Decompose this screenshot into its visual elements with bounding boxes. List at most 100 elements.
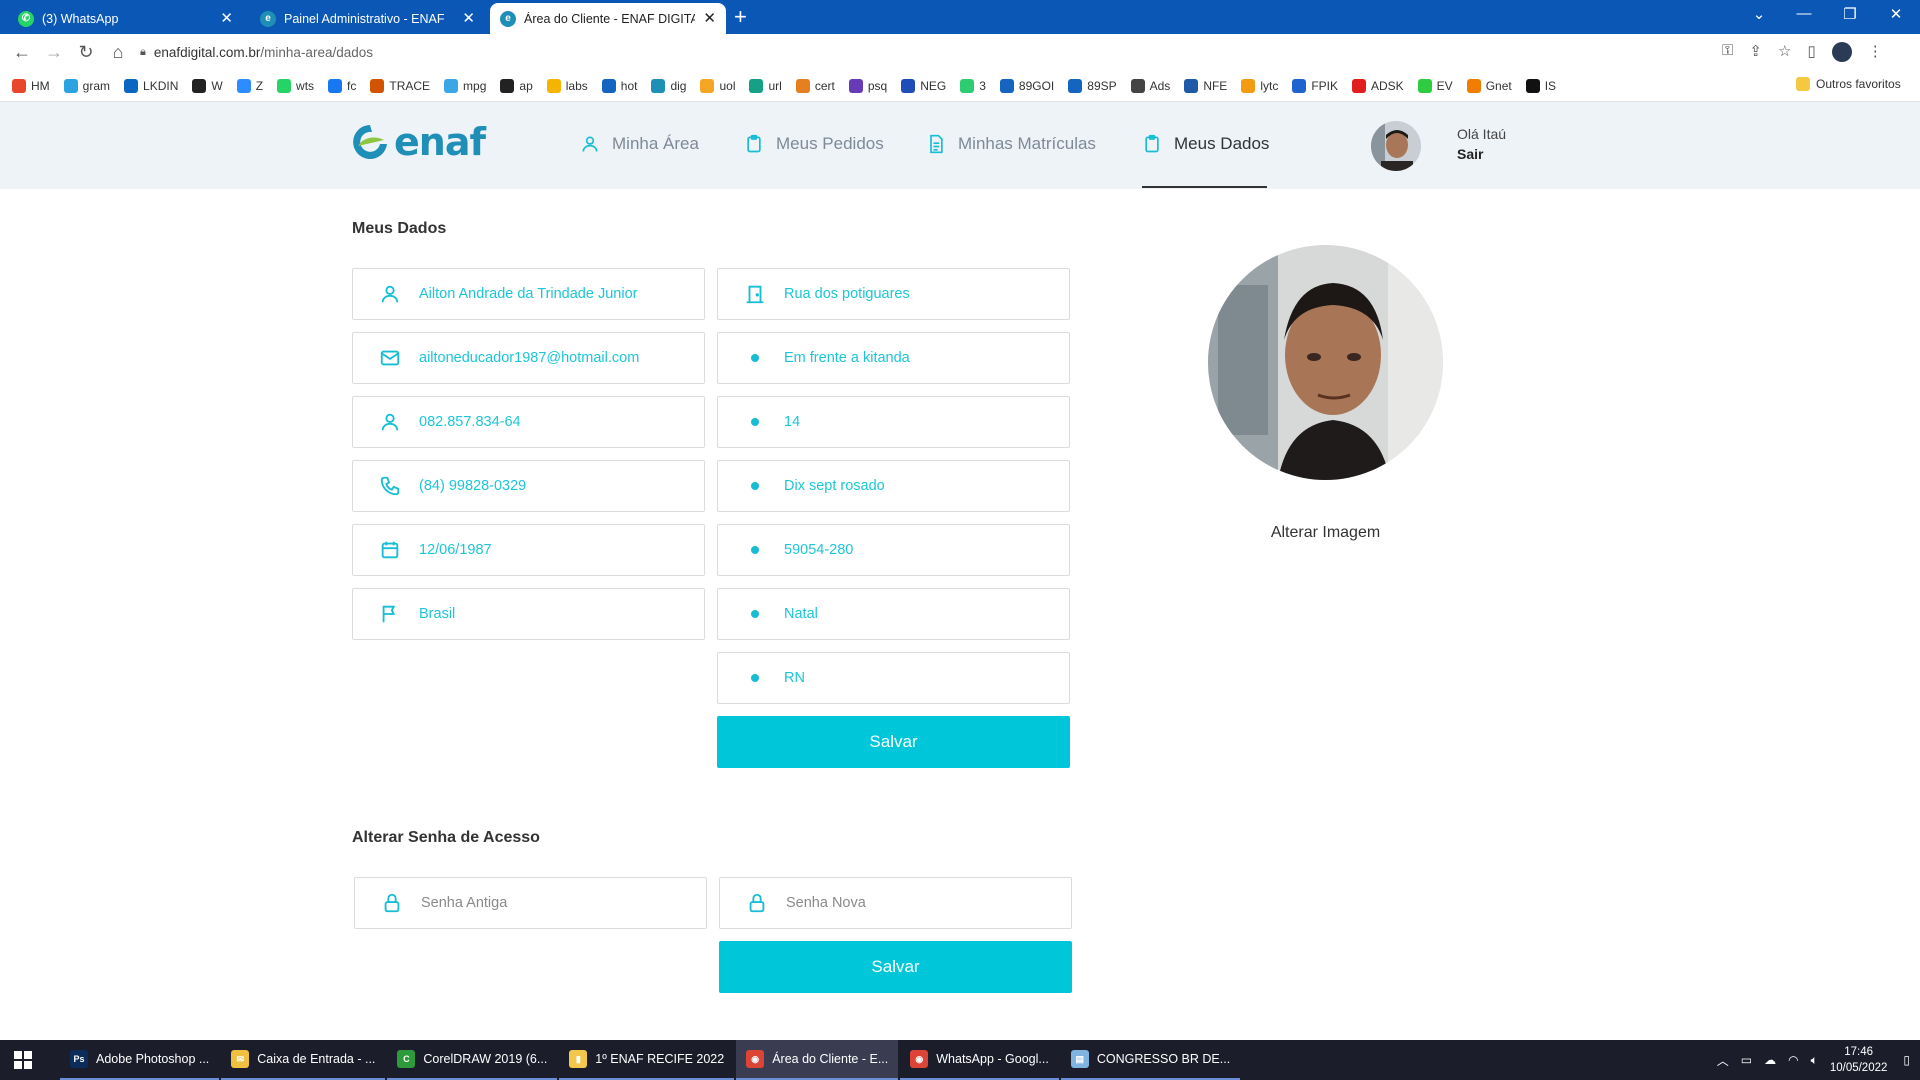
change-image-link[interactable]: Alterar Imagem <box>1208 524 1443 542</box>
nav-minha-area[interactable]: Minha Área <box>580 134 699 154</box>
bookmark-item[interactable]: fc <box>328 78 356 93</box>
bookmark-item[interactable]: ap <box>500 78 533 93</box>
bookmark-item[interactable]: url <box>749 78 782 93</box>
bookmark-item[interactable]: 89SP <box>1068 78 1117 93</box>
complement-field[interactable]: Em frente a kitanda <box>717 332 1070 384</box>
bookmark-item[interactable]: EV <box>1417 78 1453 93</box>
bookmark-item[interactable]: LKDIN <box>124 78 178 93</box>
bookmark-label: HM <box>31 78 50 93</box>
bookmark-item[interactable]: uol <box>700 78 735 93</box>
state-field[interactable]: RN <box>717 652 1070 704</box>
bookmark-item[interactable]: mpg <box>444 78 486 93</box>
bookmark-item[interactable]: 3 <box>960 78 986 93</box>
close-tab-icon[interactable]: ✕ <box>462 11 475 26</box>
taskbar-item[interactable]: ◉ WhatsApp - Googl... <box>900 1040 1059 1080</box>
taskbar-item[interactable]: ✉ Caixa de Entrada - ... <box>221 1040 386 1080</box>
avatar[interactable] <box>1371 121 1421 171</box>
reload-icon[interactable]: ↻ <box>70 42 102 63</box>
bookmark-item[interactable]: lytc <box>1241 78 1278 93</box>
bookmark-item[interactable]: ADSK <box>1351 78 1404 93</box>
browser-tab-whatsapp[interactable]: ✆ (3) WhatsApp ✕ <box>8 3 243 34</box>
bookmark-item[interactable]: Gnet <box>1466 78 1512 93</box>
key-icon[interactable]: ⚿ <box>1722 42 1733 62</box>
forward-icon[interactable]: → <box>38 42 70 63</box>
bookmark-item[interactable]: TRACE <box>370 78 430 93</box>
address-bar[interactable]: 🔒︎ enafdigital.com.br/minha-area/dados <box>140 40 1700 64</box>
bookmark-item[interactable]: IS <box>1525 78 1556 93</box>
number-field[interactable]: 14 <box>717 396 1070 448</box>
save-profile-button[interactable]: Salvar <box>717 716 1070 768</box>
wifi-icon[interactable]: ◠ <box>1788 1053 1798 1067</box>
bookmark-item[interactable]: labs <box>546 78 588 93</box>
bookmark-item[interactable]: Ads <box>1130 78 1170 93</box>
nav-meus-pedidos[interactable]: Meus Pedidos <box>744 134 884 154</box>
cloud-icon[interactable]: ☁ <box>1764 1053 1776 1067</box>
bookmark-item[interactable]: FPIK <box>1292 78 1338 93</box>
email-field[interactable]: ailtoneducador1987@hotmail.com <box>352 332 705 384</box>
dot-icon <box>744 667 766 689</box>
bookmark-item[interactable]: dig <box>651 78 686 93</box>
taskbar-item[interactable]: C CorelDRAW 2019 (6... <box>387 1040 558 1080</box>
bookmark-icon <box>1241 78 1256 93</box>
birthdate-field[interactable]: 12/06/1987 <box>352 524 705 576</box>
menu-icon[interactable]: ⋮ <box>1868 42 1883 62</box>
bookmark-item[interactable]: NFE <box>1184 78 1227 93</box>
bookmark-item[interactable]: cert <box>795 78 835 93</box>
name-field[interactable]: Ailton Andrade da Trindade Junior <box>352 268 705 320</box>
street-field[interactable]: Rua dos potiguares <box>717 268 1070 320</box>
bookmark-item[interactable]: Z <box>236 78 263 93</box>
system-tray: ︿ ▭ ☁ ◠ 🔈︎ 17:46 10/05/2022 ▯ <box>1717 1040 1910 1080</box>
taskbar-item[interactable]: ▤ CONGRESSO BR DE... <box>1060 1040 1241 1080</box>
notifications-icon[interactable]: ▯ <box>1903 1053 1910 1067</box>
close-tab-icon[interactable]: ✕ <box>703 11 716 26</box>
other-bookmarks[interactable]: Outros favoritos <box>1796 77 1901 91</box>
battery-icon[interactable]: ▭ <box>1741 1053 1752 1067</box>
profile-icon[interactable] <box>1831 42 1852 62</box>
country-field[interactable]: Brasil <box>352 588 705 640</box>
nav-meus-dados[interactable]: Meus Dados <box>1142 134 1269 154</box>
side-panel-icon[interactable]: ▯ <box>1807 42 1815 62</box>
home-icon[interactable]: ⌂ <box>102 42 134 63</box>
field-value: 082.857.834-64 <box>419 414 521 430</box>
bookmark-item[interactable]: W <box>192 78 223 93</box>
tab-search-icon[interactable]: ⌄ <box>1739 5 1779 23</box>
city-field[interactable]: Natal <box>717 588 1070 640</box>
neighborhood-field[interactable]: Dix sept rosado <box>717 460 1070 512</box>
browser-tab-painel[interactable]: e Painel Administrativo - ENAF ✕ <box>250 3 485 34</box>
phone-field[interactable]: (84) 99828-0329 <box>352 460 705 512</box>
field-placeholder: Senha Nova <box>786 895 866 911</box>
enaf-logo[interactable]: enaf <box>350 122 486 162</box>
browser-tab-area-cliente[interactable]: e Área do Cliente - ENAF DIGITAL ✕ <box>490 3 726 34</box>
volume-icon[interactable]: 🔈︎ <box>1811 1053 1818 1068</box>
bookmark-item[interactable]: wts <box>277 78 314 93</box>
bookmark-item[interactable]: gram <box>63 78 110 93</box>
cpf-field[interactable]: 082.857.834-64 <box>352 396 705 448</box>
bookmark-item[interactable]: HM <box>12 78 50 93</box>
save-password-button[interactable]: Salvar <box>719 941 1072 993</box>
bookmark-item[interactable]: NEG <box>901 78 946 93</box>
taskbar-item[interactable]: ◉ Área do Cliente - E... <box>736 1040 899 1080</box>
bookmark-item[interactable]: hot <box>601 78 637 93</box>
zipcode-field[interactable]: 59054-280 <box>717 524 1070 576</box>
windows-start-button[interactable] <box>0 1040 46 1080</box>
close-tab-icon[interactable]: ✕ <box>220 11 233 26</box>
bookmark-item[interactable]: psq <box>848 78 887 93</box>
mail-icon <box>380 350 400 366</box>
new-tab-icon[interactable]: + <box>734 5 747 29</box>
bookmark-item[interactable]: 89GOI <box>999 78 1054 93</box>
clock[interactable]: 17:46 10/05/2022 <box>1830 1044 1888 1076</box>
taskbar-item[interactable]: ▮ 1º ENAF RECIFE 2022 <box>559 1040 735 1080</box>
old-password-field[interactable]: Senha Antiga <box>354 877 707 929</box>
restore-icon[interactable]: ❐ <box>1830 5 1870 23</box>
nav-minhas-matriculas[interactable]: Minhas Matrículas <box>926 134 1096 154</box>
close-window-icon[interactable]: ✕ <box>1876 5 1916 23</box>
taskbar-item[interactable]: Ps Adobe Photoshop ... <box>60 1040 220 1080</box>
clipboard-icon <box>1145 134 1159 153</box>
star-icon[interactable]: ☆ <box>1778 42 1791 62</box>
chevron-up-icon[interactable]: ︿ <box>1717 1052 1729 1069</box>
minimize-icon[interactable]: — <box>1784 5 1824 22</box>
new-password-field[interactable]: Senha Nova <box>719 877 1072 929</box>
logout-link[interactable]: Sair <box>1457 146 1483 162</box>
share-icon[interactable]: ⇪ <box>1749 42 1762 62</box>
back-icon[interactable]: ← <box>6 42 38 63</box>
